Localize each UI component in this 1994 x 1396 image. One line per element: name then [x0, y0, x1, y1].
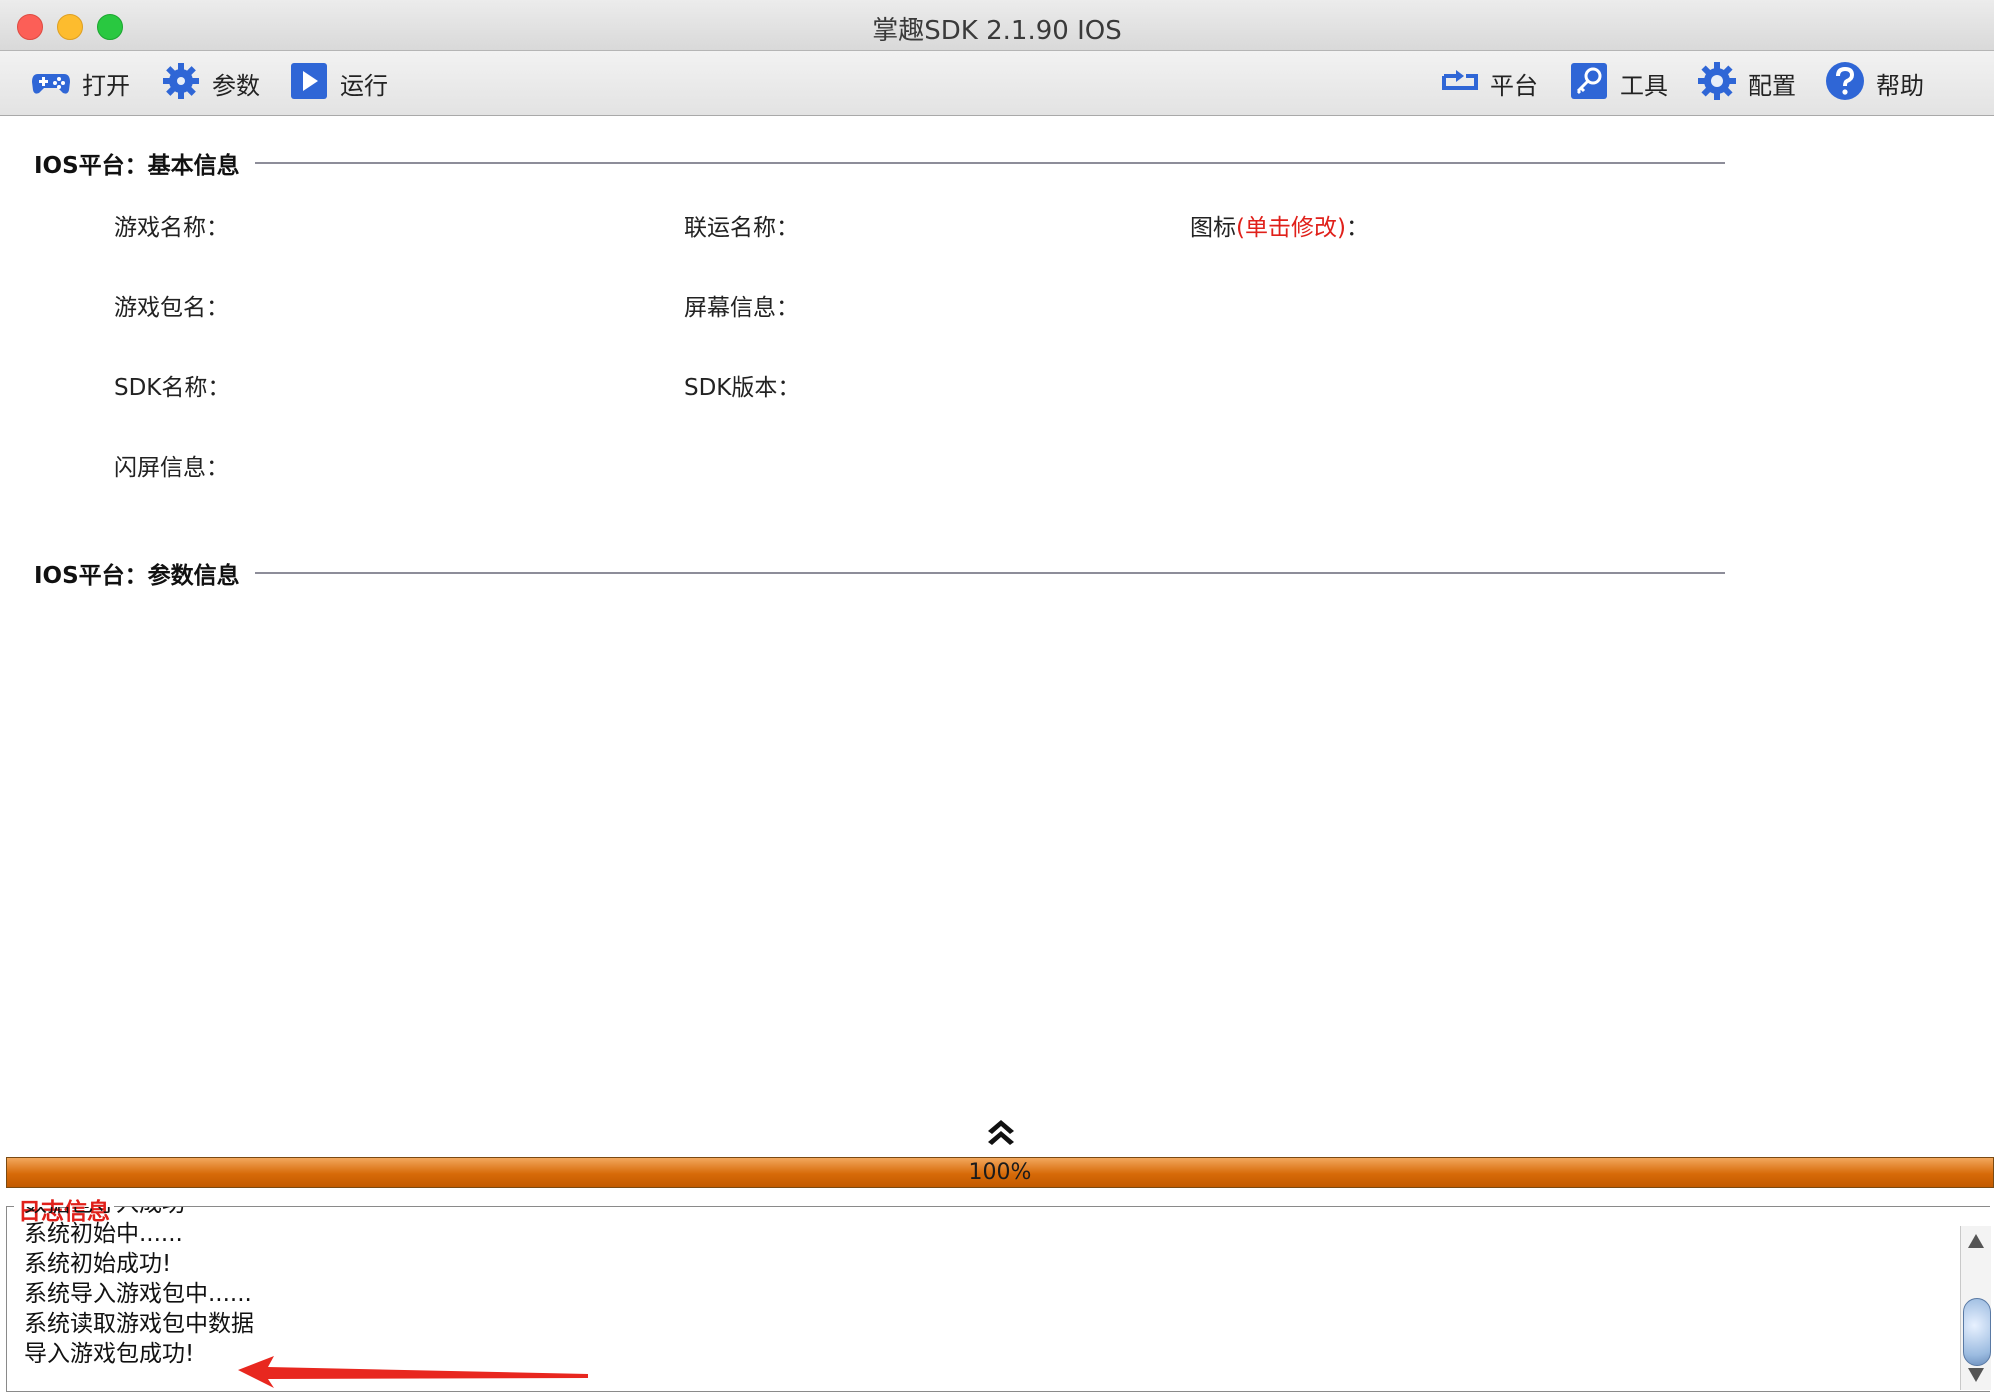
- log-line: 数据包导入成功: [24, 1207, 185, 1219]
- basic-info-header: IOS平台：基本信息: [34, 153, 240, 179]
- splash-info-label: 闪屏信息：: [114, 455, 229, 481]
- play-icon: [288, 60, 330, 106]
- scroll-up-icon[interactable]: [1968, 1234, 1984, 1248]
- tools-button-label: 工具: [1620, 71, 1668, 100]
- sdk-version-label: SDK版本：: [684, 375, 801, 401]
- log-line: 系统初始中......: [24, 1221, 183, 1247]
- log-scrollbar[interactable]: [1960, 1226, 1991, 1390]
- param-info-header: IOS平台：参数信息: [34, 563, 240, 589]
- log-line: 系统读取游戏包中数据: [24, 1311, 254, 1337]
- help-icon: [1824, 60, 1866, 106]
- toolbar: 打开 参数 运行 平台 工具 配置 帮助: [0, 51, 1994, 116]
- annotation-arrow-icon: [232, 1354, 592, 1390]
- help-button-label: 帮助: [1876, 71, 1924, 100]
- platform-button[interactable]: 平台: [1438, 59, 1538, 107]
- key-icon: [1568, 60, 1610, 106]
- progress-text: 100%: [968, 1160, 1032, 1185]
- run-button[interactable]: 运行: [288, 59, 388, 107]
- log-line: 导入游戏包成功!: [24, 1341, 195, 1367]
- log-line: 系统初始成功!: [24, 1251, 172, 1277]
- scroll-down-icon[interactable]: [1968, 1368, 1984, 1382]
- platform-button-label: 平台: [1490, 71, 1538, 100]
- package-name-label: 游戏包名：: [114, 295, 229, 321]
- screen-info-label: 屏幕信息：: [684, 295, 799, 321]
- app-window: 掌趣SDK 2.1.90 IOS 打开 参数 运行 平台 工具 配置 帮助 IO…: [0, 0, 1994, 1396]
- open-button[interactable]: 打开: [30, 59, 130, 107]
- open-button-label: 打开: [82, 71, 130, 100]
- game-icon-label[interactable]: 图标(单击修改)：: [1190, 208, 1369, 242]
- window-title: 掌趣SDK 2.1.90 IOS: [872, 16, 1122, 46]
- game-name-label: 游戏名称：: [114, 215, 229, 241]
- scroll-thumb[interactable]: [1963, 1298, 1991, 1366]
- tools-button[interactable]: 工具: [1568, 59, 1668, 107]
- title-bar: 掌趣SDK 2.1.90 IOS: [0, 0, 1994, 51]
- basic-info-divider: [255, 162, 1725, 164]
- run-button-label: 运行: [340, 71, 388, 100]
- param-info-divider: [255, 572, 1725, 574]
- log-line: 系统导入游戏包中......: [24, 1281, 252, 1307]
- game-icon-label-prefix: 图标: [1190, 215, 1236, 241]
- gear-icon: [160, 60, 202, 106]
- params-button[interactable]: 参数: [160, 59, 260, 107]
- config-button[interactable]: 配置: [1696, 59, 1796, 107]
- config-button-label: 配置: [1748, 71, 1796, 100]
- help-button[interactable]: 帮助: [1824, 59, 1924, 107]
- expand-up-icon[interactable]: [985, 1115, 1017, 1147]
- game-icon-edit-hint[interactable]: (单击修改): [1236, 215, 1346, 241]
- switch-icon: [1438, 60, 1480, 106]
- params-button-label: 参数: [212, 71, 260, 100]
- gamepad-icon: [30, 60, 72, 106]
- progress-bar: 100%: [6, 1157, 1994, 1188]
- settings-icon: [1696, 60, 1738, 106]
- game-icon-label-suffix: ：: [1345, 215, 1369, 241]
- sdk-name-label: SDK名称：: [114, 375, 231, 401]
- union-name-label: 联运名称：: [684, 215, 799, 241]
